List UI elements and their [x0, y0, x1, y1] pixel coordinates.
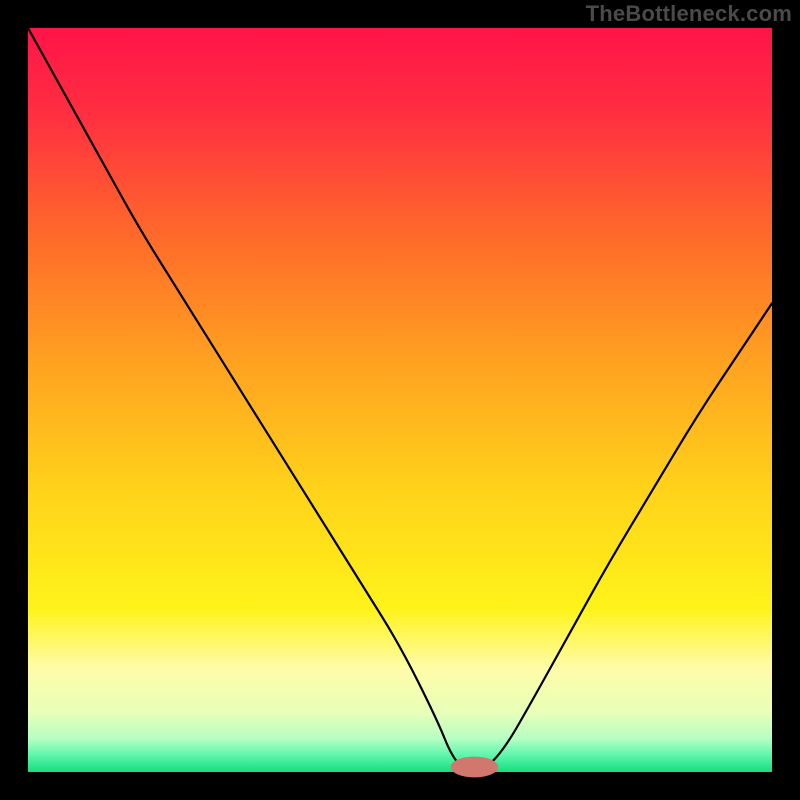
plot-background [28, 28, 772, 772]
bottleneck-chart [0, 0, 800, 800]
optimal-marker [451, 757, 499, 778]
watermark-text: TheBottleneck.com [586, 1, 792, 27]
chart-frame: TheBottleneck.com [0, 0, 800, 800]
